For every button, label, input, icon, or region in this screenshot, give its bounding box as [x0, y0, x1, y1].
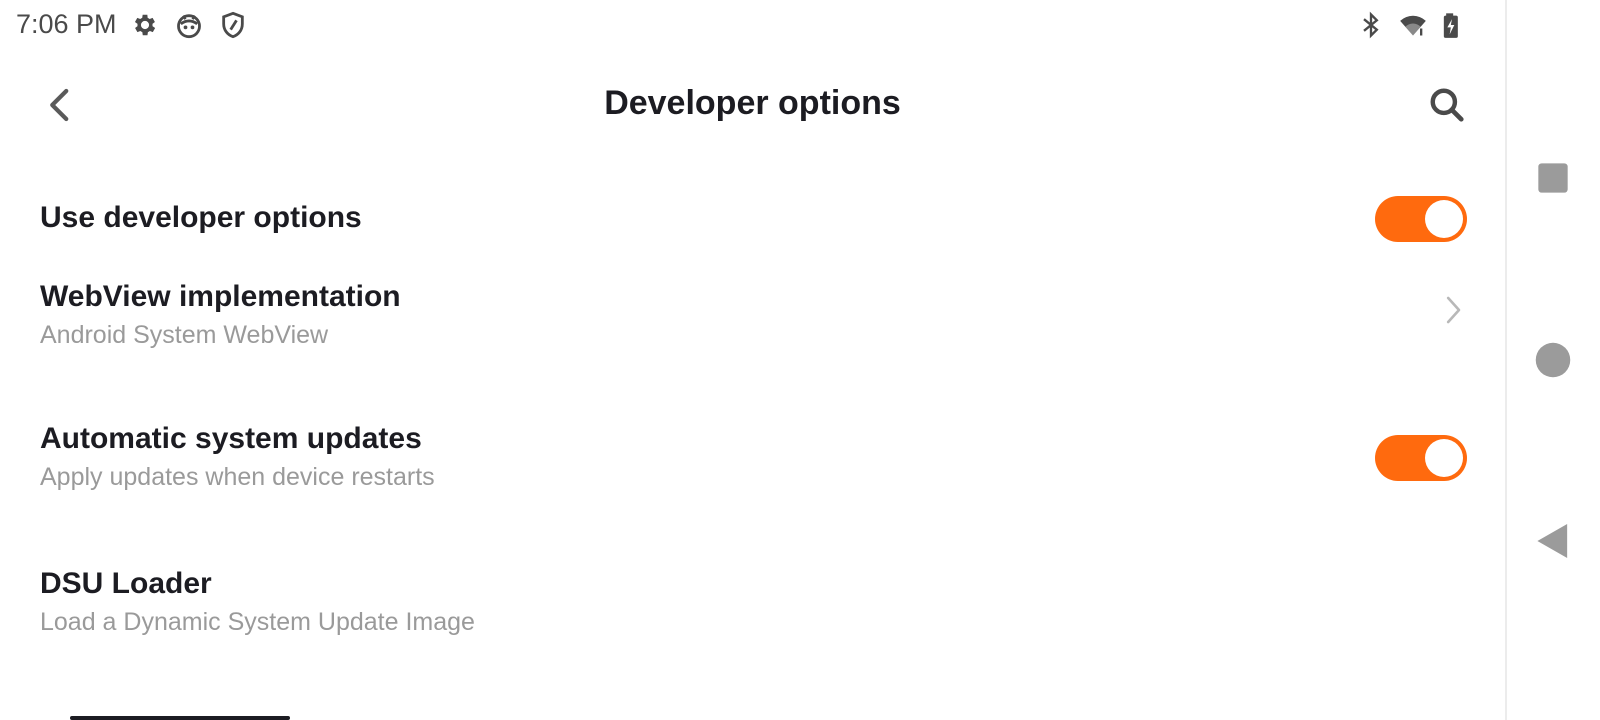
battery-charging-icon: [1438, 11, 1466, 39]
nav-back-button[interactable]: [1536, 522, 1570, 560]
home-button[interactable]: [1535, 342, 1571, 378]
search-button[interactable]: [1428, 86, 1466, 124]
search-icon: [1430, 88, 1464, 122]
webview-implementation-row[interactable]: WebView implementation Android System We…: [0, 270, 1505, 380]
dsu-loader-row[interactable]: DSU Loader Load a Dynamic System Update …: [0, 550, 1505, 660]
toggle-knob: [1425, 200, 1463, 238]
chevron-right-icon: [1438, 292, 1468, 328]
robot-face-icon: [175, 11, 203, 39]
use-developer-options-title: Use developer options: [40, 201, 362, 234]
use-developer-options-row[interactable]: Use developer options: [0, 175, 1505, 265]
toggle-knob: [1425, 439, 1463, 477]
wifi-icon: [1399, 11, 1427, 39]
status-bar: 7:06 PM: [0, 0, 1505, 50]
recents-button[interactable]: [1537, 162, 1569, 194]
shield-icon: [219, 11, 247, 39]
gear-icon: [131, 11, 159, 39]
settings-screen: 7:06 PM Developer options Use developer …: [0, 0, 1505, 720]
webview-implementation-subtitle: Android System WebView: [40, 321, 329, 349]
recents-square-icon: [1538, 163, 1568, 193]
home-circle-icon: [1535, 342, 1571, 378]
automatic-system-updates-subtitle: Apply updates when device restarts: [40, 463, 435, 491]
dsu-loader-subtitle: Load a Dynamic System Update Image: [40, 608, 475, 636]
back-triangle-icon: [1537, 524, 1568, 558]
webview-implementation-title: WebView implementation: [40, 280, 401, 313]
automatic-system-updates-row[interactable]: Automatic system updates Apply updates w…: [0, 405, 1505, 515]
automatic-system-updates-toggle[interactable]: [1375, 435, 1467, 481]
use-developer-options-toggle[interactable]: [1375, 196, 1467, 242]
bluetooth-icon: [1357, 11, 1385, 39]
page-title: Developer options: [604, 84, 901, 122]
next-row-partial: [0, 706, 1505, 720]
dsu-loader-title: DSU Loader: [40, 567, 212, 600]
automatic-system-updates-title: Automatic system updates: [40, 422, 422, 455]
status-time: 7:06 PM: [16, 9, 117, 39]
